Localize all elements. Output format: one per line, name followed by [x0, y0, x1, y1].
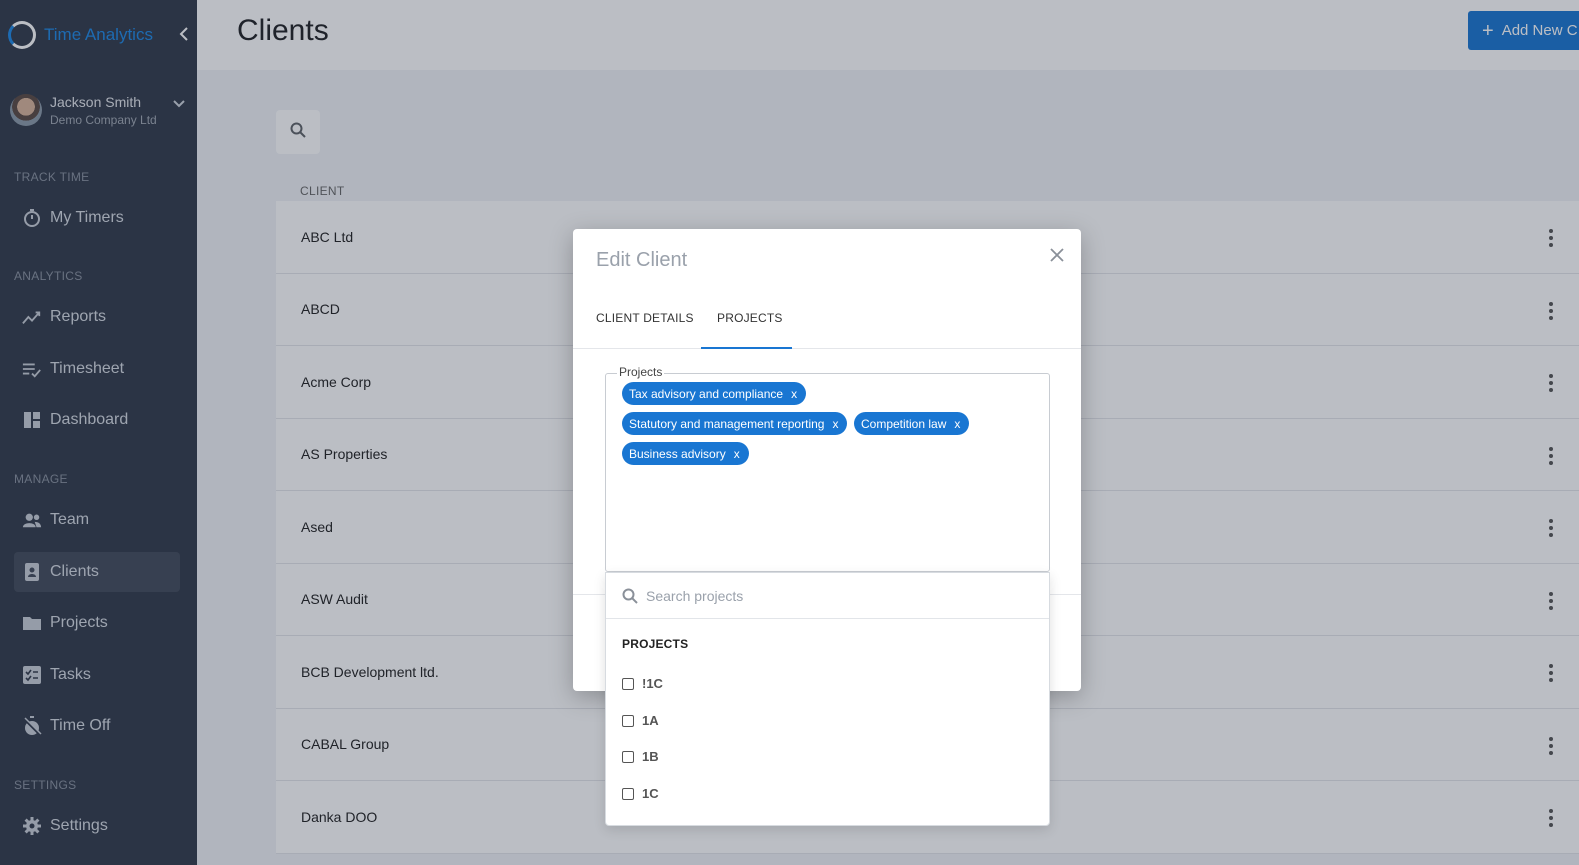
- chip-remove-button[interactable]: x: [734, 447, 740, 461]
- chip-label: Competition law: [861, 416, 947, 431]
- project-chip: Tax advisory and compliance x: [622, 382, 807, 405]
- close-icon[interactable]: [1049, 244, 1065, 268]
- project-chip: Competition law x: [854, 412, 970, 435]
- search-projects-input[interactable]: [646, 587, 1026, 604]
- chip-label: Tax advisory and compliance: [629, 386, 784, 401]
- chip-label: Business advisory: [629, 446, 726, 461]
- active-tab-indicator: [701, 347, 792, 349]
- option-label: !1C: [642, 676, 663, 691]
- project-search: [606, 573, 1049, 619]
- project-option[interactable]: !1C: [622, 676, 663, 691]
- checkbox[interactable]: [622, 714, 634, 727]
- dropdown-group-label: PROJECTS: [622, 637, 689, 651]
- project-option[interactable]: 1A: [622, 713, 659, 728]
- project-option[interactable]: 1C: [622, 786, 659, 801]
- project-chip: Statutory and management reporting x: [622, 412, 848, 435]
- tab-projects[interactable]: PROJECTS: [717, 311, 783, 325]
- option-label: 1A: [642, 713, 659, 728]
- tab-client-details[interactable]: CLIENT DETAILS: [596, 311, 694, 325]
- chip-remove-button[interactable]: x: [832, 417, 838, 431]
- option-label: 1C: [642, 786, 659, 801]
- chip-remove-button[interactable]: x: [954, 417, 960, 431]
- chip-label: Statutory and management reporting: [629, 416, 825, 431]
- project-option[interactable]: 1B: [622, 749, 659, 764]
- projects-dropdown: PROJECTS !1C 1A 1B 1C: [605, 572, 1050, 826]
- checkbox[interactable]: [622, 787, 634, 800]
- chip-remove-button[interactable]: x: [791, 387, 797, 401]
- checkbox[interactable]: [622, 750, 634, 763]
- dialog-title: Edit Client: [596, 249, 688, 271]
- project-chip: Business advisory x: [622, 442, 749, 465]
- option-label: 1B: [642, 749, 659, 764]
- checkbox[interactable]: [622, 677, 634, 690]
- projects-field-label: Projects: [617, 365, 665, 379]
- tab-divider: [573, 348, 1081, 349]
- search-icon: [622, 588, 638, 604]
